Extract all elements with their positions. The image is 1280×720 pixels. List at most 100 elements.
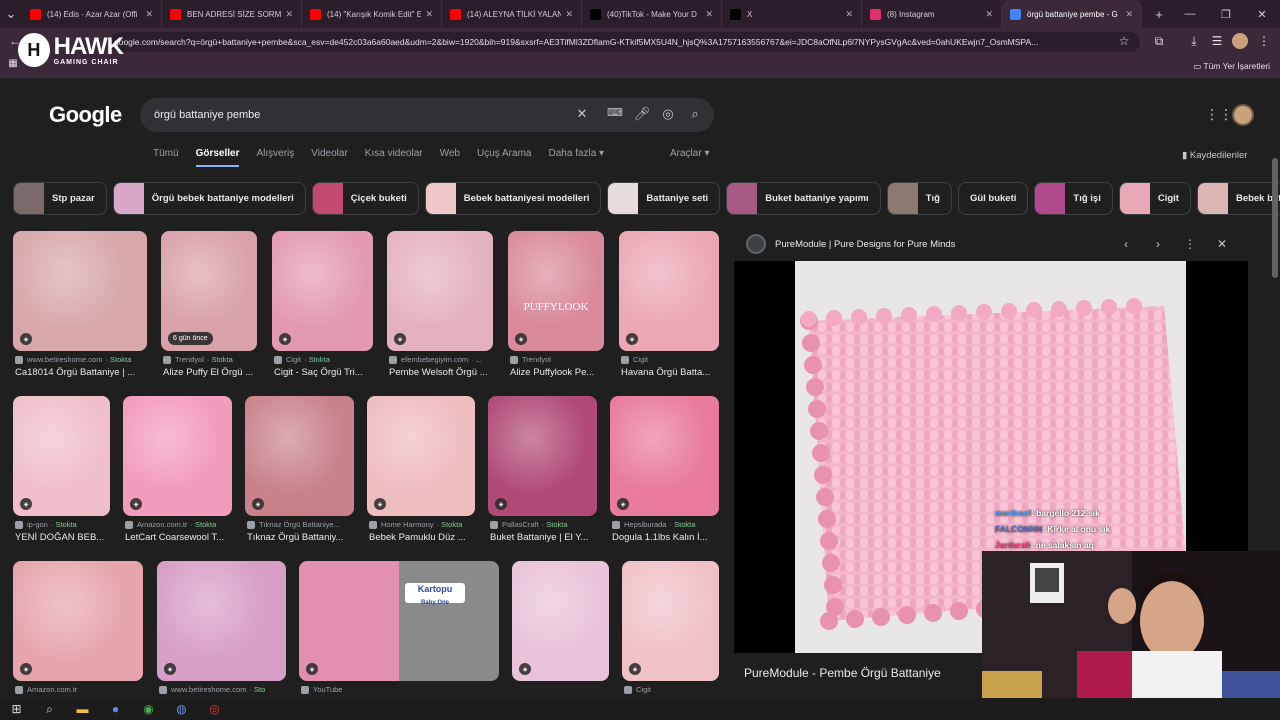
result-thumbnail[interactable] xyxy=(157,561,286,681)
result-caption[interactable]: Bebek Pamuklu Düz ... xyxy=(369,532,487,543)
result-source[interactable]: Cigit xyxy=(621,355,729,364)
browser-tab[interactable]: (8) Instagram ✕ xyxy=(862,0,1002,28)
chrome-icon[interactable]: ◉ xyxy=(132,698,165,720)
new-tab-button[interactable]: + xyxy=(1148,3,1170,25)
result-source[interactable]: ip-gon · Stokta xyxy=(15,520,120,529)
related-chip[interactable]: Çiçek buketi xyxy=(311,182,419,215)
google-logo[interactable]: Google xyxy=(49,102,122,128)
tab-close-icon[interactable]: ✕ xyxy=(705,9,713,20)
restore-button[interactable]: ❐ xyxy=(1208,0,1244,28)
tab-search-icon[interactable]: ⌄ xyxy=(0,3,22,25)
result-source[interactable]: Tıknaz Örgü Battaniye... xyxy=(247,520,364,529)
app-icon[interactable]: ● xyxy=(99,698,132,720)
panel-caption[interactable]: PureModule - Pembe Örgü Battaniye xyxy=(744,666,941,680)
browser-tab[interactable]: (14) ALEYNA TİLKİ YALAN ✕ xyxy=(442,0,582,28)
result-thumbnail[interactable] xyxy=(245,396,354,516)
minimize-button[interactable]: — xyxy=(1172,0,1208,28)
result-source[interactable]: efembebegiyim.com · ... xyxy=(389,355,503,364)
close-window-button[interactable]: ✕ xyxy=(1244,0,1280,28)
result-caption[interactable]: Havana Örgü Batta... xyxy=(621,367,731,378)
related-chip[interactable]: Stp pazar xyxy=(13,182,107,215)
related-chip[interactable]: Tığ işi xyxy=(1034,182,1113,215)
browser-tab[interactable]: (40)TikTok - Make Your D ✕ xyxy=(582,0,722,28)
search-icon[interactable]: ⌕ xyxy=(686,106,704,122)
result-source[interactable]: www.betireshome.com · Sto xyxy=(159,685,296,694)
google-apps-icon[interactable]: ⋮⋮ xyxy=(1205,106,1233,123)
result-caption[interactable]: Pembe Welsoft Örgü ... xyxy=(389,367,505,378)
result-caption[interactable]: Tıknaz Örgü Battaniy... xyxy=(247,532,366,543)
result-thumbnail[interactable] xyxy=(13,561,143,681)
result-source[interactable]: PallasCraft · Stokta xyxy=(490,520,607,529)
browser-tab[interactable]: X ✕ xyxy=(722,0,862,28)
search-tab[interactable]: Videolar xyxy=(311,148,348,159)
profile-avatar-icon[interactable] xyxy=(1232,33,1248,49)
panel-site-title[interactable]: PureModule | Pure Designs for Pure Minds xyxy=(775,239,955,250)
tab-close-icon[interactable]: ✕ xyxy=(145,9,153,20)
result-thumbnail[interactable] xyxy=(488,396,597,516)
media-icon[interactable]: ☰ xyxy=(1208,34,1226,48)
address-bar[interactable]: google.com/search?q=örgü+battaniye+pembe… xyxy=(110,32,1140,52)
browser-tab[interactable]: örgü battaniye pembe - G ✕ xyxy=(1002,0,1142,28)
related-chip[interactable]: Battaniye seti xyxy=(607,182,721,215)
obs-icon[interactable]: ◎ xyxy=(198,698,231,720)
saved-button[interactable]: ▮ Kaydedilenler xyxy=(1182,150,1247,161)
result-caption[interactable]: YENİ DOĞAN BEB... xyxy=(15,532,122,543)
search-tab[interactable]: Alışveriş xyxy=(256,148,294,159)
result-caption[interactable]: Cigit - Saç Örgü Tri... xyxy=(274,367,385,378)
search-box[interactable]: örgü battaniye pembe xyxy=(140,98,714,132)
close-panel-icon[interactable]: ✕ xyxy=(1214,237,1230,251)
related-chip[interactable]: Bebek battan xyxy=(1196,182,1280,215)
bookmark-star-icon[interactable]: ☆ xyxy=(1115,34,1133,48)
result-thumbnail[interactable] xyxy=(123,396,232,516)
browser-tab[interactable]: (14) "Karışık Komik Edit" E ✕ xyxy=(302,0,442,28)
tab-close-icon[interactable]: ✕ xyxy=(425,9,433,20)
file-explorer-icon[interactable]: ▬ xyxy=(66,698,99,720)
next-image-icon[interactable]: › xyxy=(1150,237,1166,251)
tab-close-icon[interactable]: ✕ xyxy=(985,9,993,20)
result-source[interactable]: Amazon.com.tr · Stokta xyxy=(125,520,242,529)
result-thumbnail[interactable] xyxy=(610,396,719,516)
related-chip[interactable]: Örgü bebek battaniye modelleri xyxy=(112,182,306,215)
all-bookmarks[interactable]: ▭ Tüm Yer İşaretleri xyxy=(1193,61,1270,72)
related-chip[interactable]: Buket battaniye yapımı xyxy=(726,182,881,215)
result-source[interactable]: Cigit xyxy=(624,685,729,694)
result-caption[interactable]: Alize Puffylook Pe... xyxy=(510,367,616,378)
result-caption[interactable]: LetCart Coarsewool T... xyxy=(125,532,244,543)
search-tab[interactable]: Tümü xyxy=(153,148,179,159)
browser-tab[interactable]: (14) Edis - Azar Azar (Offi ✕ xyxy=(22,0,162,28)
clear-search-icon[interactable]: ✕ xyxy=(573,106,591,122)
search-tab[interactable]: Web xyxy=(440,148,460,159)
result-source[interactable]: Trendyol xyxy=(510,355,614,364)
tab-close-icon[interactable]: ✕ xyxy=(845,9,853,20)
browser-tab[interactable]: BEN ADRESİ SİZE SORMA ✕ xyxy=(162,0,302,28)
result-source[interactable]: Hepsiburada · Stokta xyxy=(612,520,729,529)
result-source[interactable]: Trendyol · Stokta xyxy=(163,355,267,364)
search-tab[interactable]: Kısa videolar xyxy=(365,148,423,159)
more-options-icon[interactable]: ⋮ xyxy=(1182,237,1198,251)
download-icon[interactable]: ⤓ xyxy=(1185,34,1203,49)
search-input[interactable]: örgü battaniye pembe xyxy=(154,109,260,121)
result-caption[interactable]: Buket Battaniye | El Y... xyxy=(490,532,609,543)
discord-icon[interactable]: ◍ xyxy=(165,698,198,720)
keyboard-icon[interactable]: ⌨ xyxy=(606,106,624,119)
related-chip[interactable]: Gül buketi xyxy=(957,182,1029,215)
tab-close-icon[interactable]: ✕ xyxy=(565,9,573,20)
windows-start-icon[interactable]: ⊞ xyxy=(0,698,33,720)
result-caption[interactable]: Alize Puffy El Örgü ... xyxy=(163,367,269,378)
result-source[interactable]: Amazon.com.tr xyxy=(15,685,153,694)
tab-close-icon[interactable]: ✕ xyxy=(1125,9,1133,20)
prev-image-icon[interactable]: ‹ xyxy=(1118,237,1134,251)
tab-close-icon[interactable]: ✕ xyxy=(285,9,293,20)
search-tab[interactable]: Daha fazla ▾ xyxy=(548,148,604,159)
search-tab[interactable]: Uçuş Arama xyxy=(477,148,531,159)
related-chip[interactable]: Tığ xyxy=(886,182,952,215)
menu-icon[interactable]: ⋮ xyxy=(1255,34,1273,48)
page-scrollbar[interactable] xyxy=(1272,158,1278,278)
result-source[interactable]: Home Harmony · Stokta xyxy=(369,520,485,529)
result-source[interactable]: www.betireshome.com · Stokta xyxy=(15,355,157,364)
result-caption[interactable]: Dogula 1.1lbs Kalın İ... xyxy=(612,532,731,543)
related-chip[interactable]: Cigit xyxy=(1118,182,1191,215)
result-thumbnail[interactable] xyxy=(299,561,499,681)
result-source[interactable]: YouTube xyxy=(301,685,509,694)
related-chip[interactable]: Bebek battaniyesi modelleri xyxy=(424,182,602,215)
